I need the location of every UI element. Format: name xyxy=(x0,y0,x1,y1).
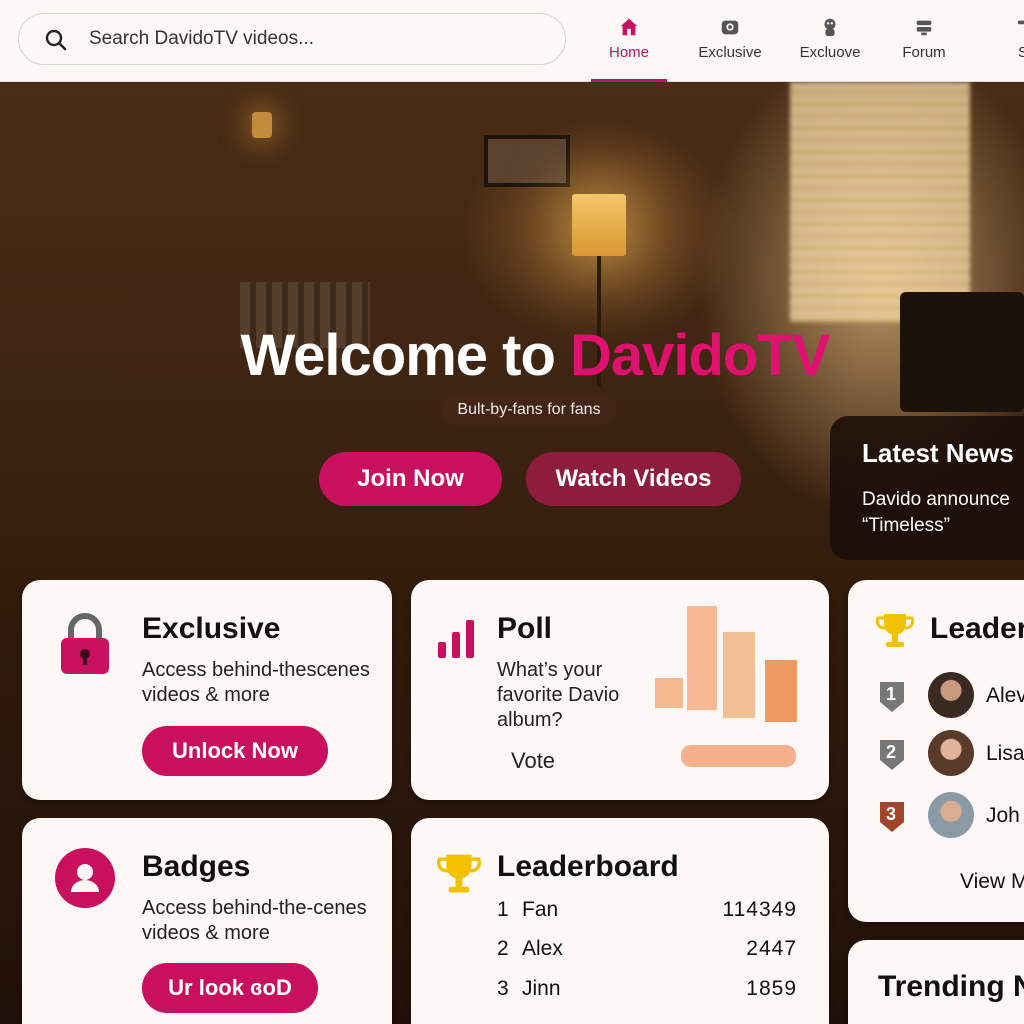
trending-title: Trending N xyxy=(878,970,1024,1003)
latest-news-line-2: “Timeless” xyxy=(862,515,950,536)
leader-side-name-2: Lisa xyxy=(986,742,1024,765)
view-more-link[interactable]: View M xyxy=(960,870,1024,894)
leaderboard-score-3: 1859 xyxy=(746,977,797,1000)
vote-button[interactable]: Vote xyxy=(511,748,555,773)
tab-home[interactable]: Home xyxy=(591,12,667,82)
exclusive-desc-line-1: Access behind-thescenes xyxy=(142,659,370,681)
leader-side-name-3: Joh xyxy=(986,804,1020,827)
search-bar[interactable] xyxy=(18,13,566,65)
poll-question-line-3: album? xyxy=(497,709,563,731)
trophy-icon xyxy=(437,854,481,893)
trophy-icon xyxy=(876,614,914,647)
leader-side-name-1: Alev xyxy=(986,684,1024,707)
home-icon xyxy=(620,18,638,36)
leaderboard-name-1: Fan xyxy=(522,898,559,921)
badges-desc-line-2: videos & more xyxy=(142,922,270,944)
tab-excluove-label: Excluove xyxy=(799,44,861,61)
leaderboard-name-2: Alex xyxy=(522,937,563,960)
leader-side-rank-2: 2 xyxy=(886,742,897,762)
trending-card: Trending N xyxy=(848,940,1024,1024)
leaderboard-rank-2: 2 xyxy=(497,937,509,960)
leader-side-row-2[interactable]: 2 Lisa xyxy=(876,730,1024,780)
exclusive-desc-line-2: videos & more xyxy=(142,684,270,706)
poll-title: Poll xyxy=(497,612,553,645)
tab-exclusive[interactable]: Exclusive xyxy=(692,12,768,82)
leader-side-card: Leader 1 Alev 2 Lisa 3 Joh View M xyxy=(848,580,1024,922)
leaderboard-card: Leaderboard 1 Fan 114349 2 Alex 2447 3 J… xyxy=(411,818,829,1024)
leaderboard-name-3: Jinn xyxy=(522,977,561,1000)
avatar xyxy=(928,792,974,838)
forum-icon xyxy=(916,20,932,36)
tab-excluove[interactable]: Excluove xyxy=(792,12,868,82)
latest-news-line-1: Davido announce xyxy=(862,489,1010,510)
search-input[interactable] xyxy=(89,24,549,54)
leaderboard-score-1: 114349 xyxy=(722,898,797,921)
hero-bg-lamp xyxy=(572,194,626,256)
watch-videos-button[interactable]: Watch Videos xyxy=(526,452,741,506)
profile-badge-icon xyxy=(55,848,115,908)
latest-news-title: Latest News xyxy=(862,438,1014,468)
unlock-now-button[interactable]: Unlock Now xyxy=(142,726,328,776)
badges-description: Access behind-the-cenes videos & more xyxy=(142,896,367,946)
avatar xyxy=(928,730,974,776)
badges-unlock-button[interactable]: Ur look ɞoD xyxy=(142,963,318,1013)
search-icon xyxy=(45,29,67,51)
leaderboard-row-3[interactable]: 3 Jinn 1859 xyxy=(497,977,807,1001)
top-nav: Home Exclusive Excluove Forum S xyxy=(0,0,1024,82)
poll-3d-bars-illustration xyxy=(655,606,797,767)
user-icon xyxy=(824,18,836,37)
more-icon xyxy=(1017,20,1024,25)
badges-desc-line-1: Access behind-the-cenes xyxy=(142,897,367,919)
exclusive-title: Exclusive xyxy=(142,612,281,645)
poll-question-line-1: What’s your xyxy=(497,659,603,681)
poll-question: What’s your favorite Davio album? xyxy=(497,658,619,733)
leader-side-rank-3: 3 xyxy=(886,804,897,824)
camera-icon xyxy=(721,20,739,35)
hero-title-brand: DavidoTV xyxy=(570,323,830,388)
hero-bg-window xyxy=(790,82,970,322)
leader-side-row-1[interactable]: 1 Alev xyxy=(876,672,1024,722)
tab-more[interactable]: S xyxy=(1006,12,1024,82)
leader-side-rank-1: 1 xyxy=(886,684,897,704)
badges-card: Badges Access behind-the-cenes videos & … xyxy=(22,818,392,1024)
avatar xyxy=(928,672,974,718)
tab-more-label: S xyxy=(1018,44,1024,61)
leaderboard-rank-1: 1 xyxy=(497,898,509,921)
poll-card: Poll What’s your favorite Davio album? V… xyxy=(411,580,829,800)
badges-title: Badges xyxy=(142,850,251,883)
exclusive-card: Exclusive Access behind-thescenes videos… xyxy=(22,580,392,800)
leaderboard-rank-3: 3 xyxy=(497,977,509,1000)
hero-bg-picture-frame xyxy=(484,135,570,187)
bar-chart-icon xyxy=(438,620,474,658)
leader-side-row-3[interactable]: 3 Joh xyxy=(876,792,1024,842)
lock-icon xyxy=(61,613,109,674)
exclusive-description: Access behind-thescenes videos & more xyxy=(142,658,370,708)
leaderboard-row-2[interactable]: 2 Alex 2447 xyxy=(497,937,807,961)
leaderboard-score-2: 2447 xyxy=(746,937,797,960)
tab-home-label: Home xyxy=(608,44,649,61)
hero-tagline: Bult-by-fans for fans xyxy=(441,395,617,425)
hero-title-prefix: Welcome to xyxy=(240,323,571,388)
tab-exclusive-label: Exclusive xyxy=(698,44,762,61)
hero-title: Welcome to DavidoTV xyxy=(0,322,1024,389)
tab-forum-label: Forum xyxy=(902,44,946,61)
hero-bg-sconce xyxy=(252,112,272,138)
latest-news-panel[interactable]: Latest News Davido announce “Timeless” xyxy=(830,416,1024,560)
poll-question-line-2: favorite Davio xyxy=(497,684,620,706)
leaderboard-row-1[interactable]: 1 Fan 114349 xyxy=(497,898,807,922)
leaderboard-title: Leaderboard xyxy=(497,850,679,883)
join-now-button[interactable]: Join Now xyxy=(319,452,502,506)
leader-side-title: Leader xyxy=(930,612,1024,645)
tab-forum[interactable]: Forum xyxy=(886,12,962,82)
